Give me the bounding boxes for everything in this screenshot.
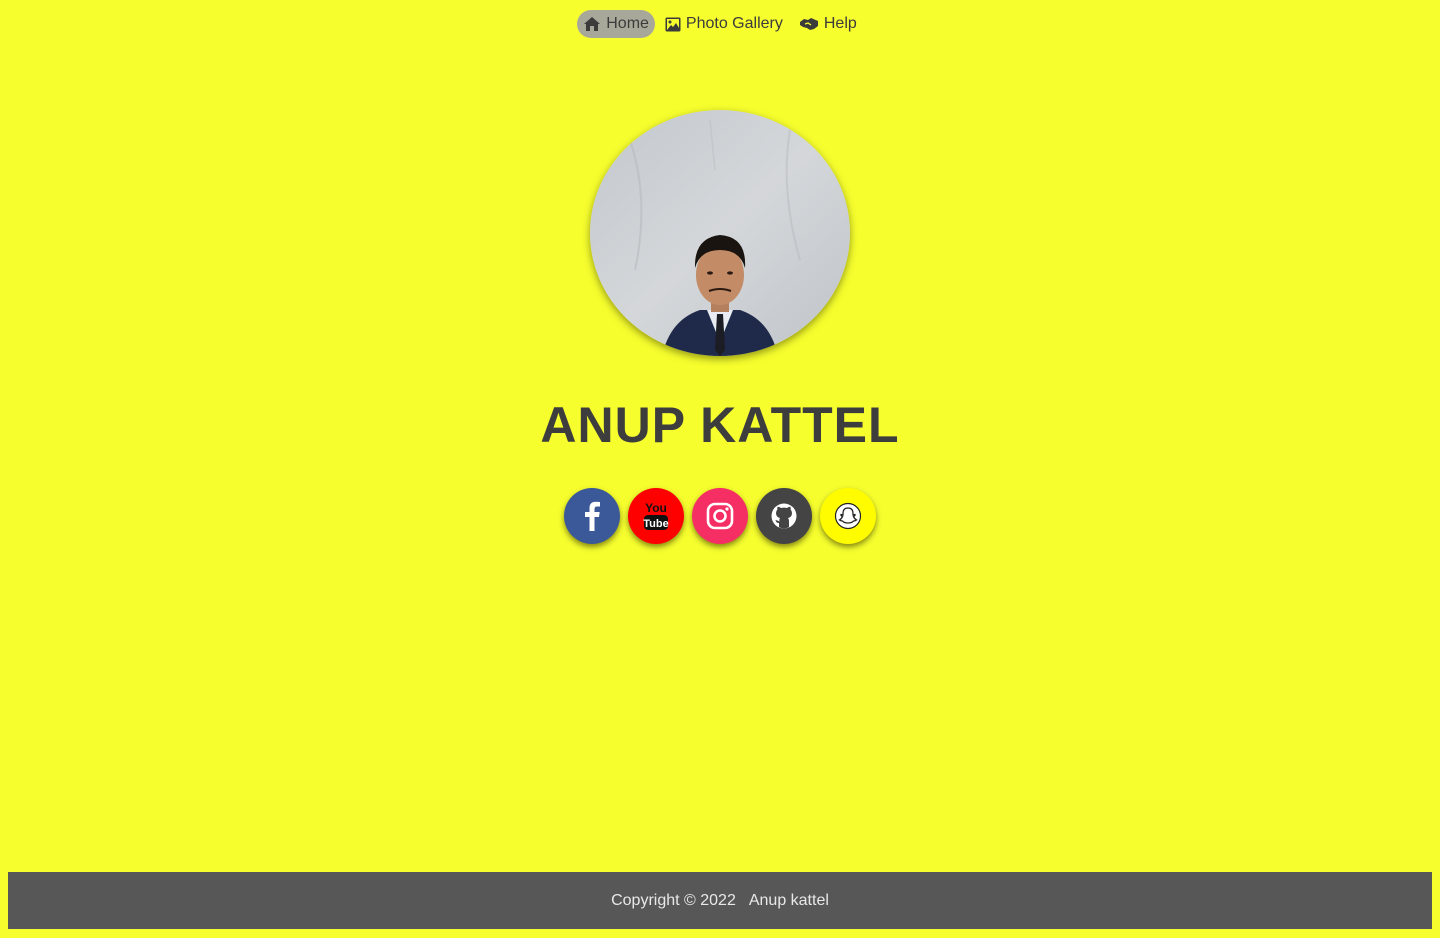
instagram-icon	[706, 502, 734, 530]
profile-name: ANUP KATTEL	[540, 397, 900, 453]
image-icon	[665, 17, 686, 32]
profile-avatar	[590, 110, 850, 356]
nav-photo-gallery[interactable]: Photo Gallery	[659, 10, 789, 38]
top-nav: Home Photo Gallery Help	[0, 10, 1440, 38]
nav-home[interactable]: Home	[577, 10, 655, 38]
nav-photo-gallery-label: Photo Gallery	[685, 15, 783, 32]
nav-home-label: Home	[606, 15, 649, 32]
nav-help-label: Help	[823, 15, 857, 32]
github-icon	[770, 502, 798, 530]
youtube-button[interactable]: You Tube	[628, 488, 684, 544]
nav-help[interactable]: Help	[793, 10, 863, 38]
home-icon	[583, 16, 606, 32]
snapchat-icon	[834, 502, 862, 530]
facebook-icon	[584, 501, 600, 531]
facebook-button[interactable]	[564, 488, 620, 544]
github-button[interactable]	[756, 488, 812, 544]
instagram-button[interactable]	[692, 488, 748, 544]
snapchat-button[interactable]	[820, 488, 876, 544]
footer-author: Anup kattel	[748, 891, 829, 909]
youtube-icon: You Tube	[642, 500, 670, 532]
footer: Copyright © 2022 Anup kattel	[8, 872, 1432, 929]
svg-text:You: You	[645, 501, 667, 515]
social-links: You Tube	[0, 488, 1440, 544]
handshake-icon	[799, 16, 824, 32]
svg-text:Tube: Tube	[643, 518, 668, 530]
copyright-text: Copyright © 2022	[611, 891, 736, 909]
